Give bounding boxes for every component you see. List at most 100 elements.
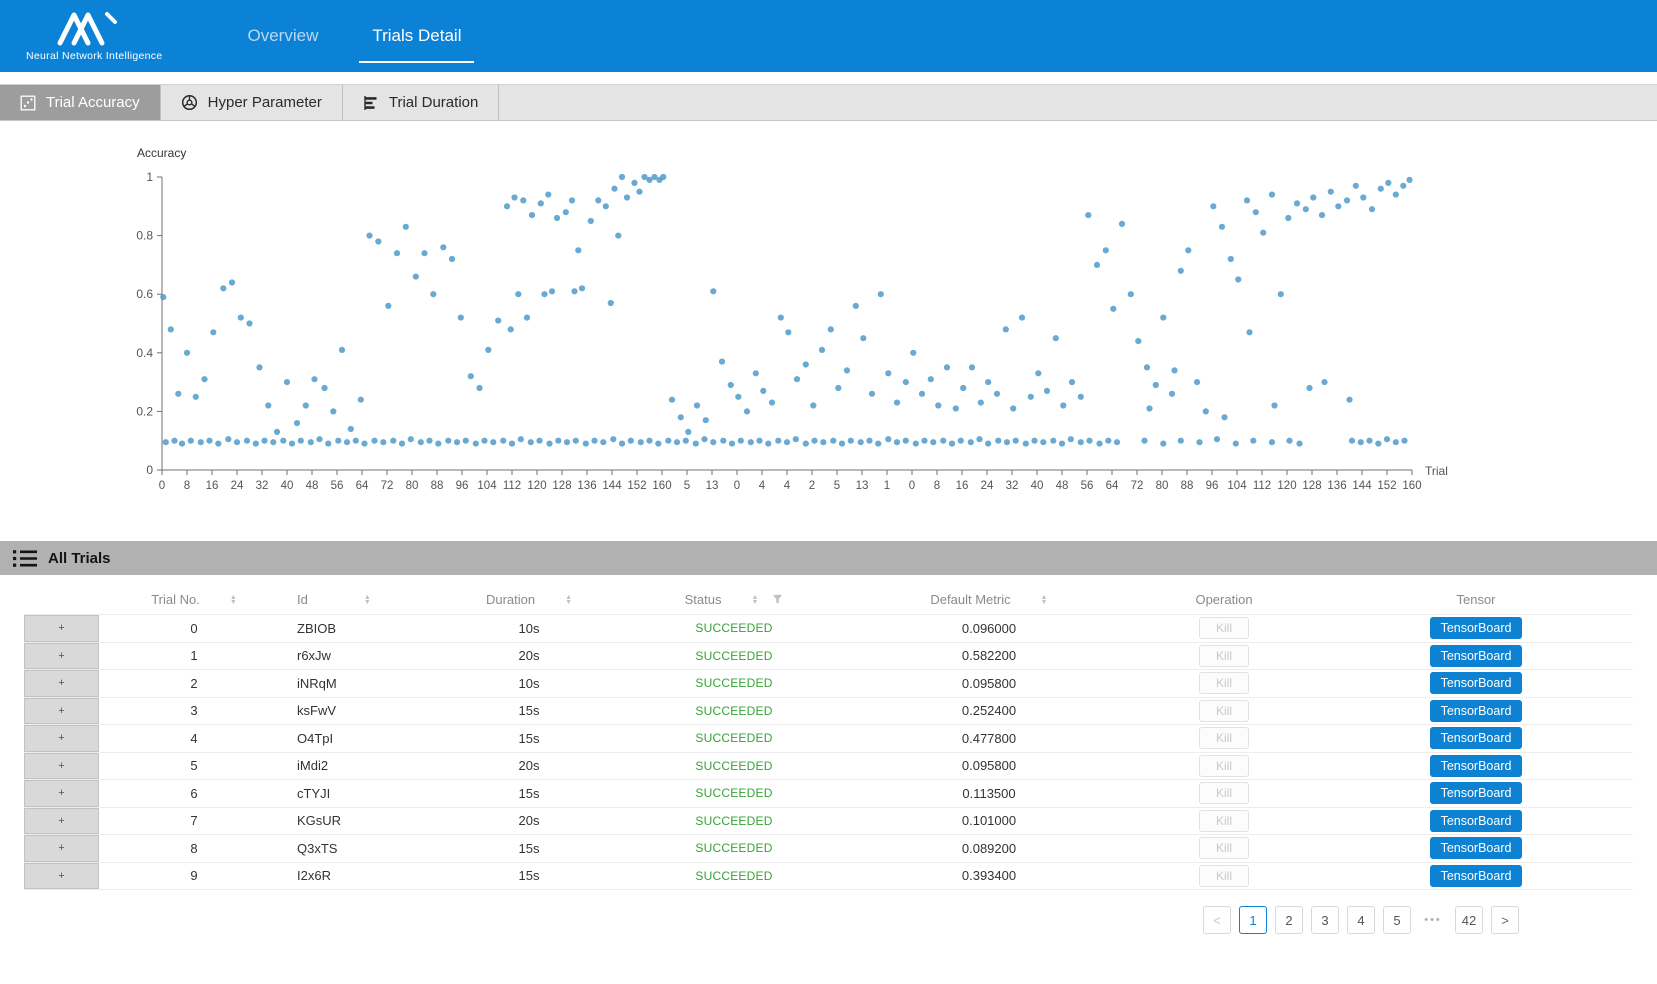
gear-icon: [181, 94, 198, 111]
status-cell: SUCCEEDED: [619, 808, 849, 835]
operation-cell: Kill: [1129, 725, 1319, 752]
tab-hyper-parameter[interactable]: Hyper Parameter: [161, 85, 343, 120]
kill-button[interactable]: Kill: [1199, 865, 1249, 887]
trial-no-cell: 0: [99, 615, 289, 642]
sort-icon[interactable]: ▲▼: [565, 595, 572, 605]
tensor-cell: TensorBoard: [1319, 753, 1633, 780]
tensorboard-button[interactable]: TensorBoard: [1430, 727, 1522, 749]
kill-button[interactable]: Kill: [1199, 700, 1249, 722]
duration-cell: 20s: [439, 753, 619, 780]
tensorboard-button[interactable]: TensorBoard: [1430, 810, 1522, 832]
expand-row-button[interactable]: +: [24, 698, 99, 725]
svg-text:56: 56: [1081, 480, 1094, 492]
pagination-page-2[interactable]: 2: [1275, 906, 1303, 934]
svg-text:64: 64: [1106, 480, 1119, 492]
sort-icon[interactable]: ▲▼: [364, 595, 371, 605]
duration-cell: 15s: [439, 863, 619, 890]
svg-text:112: 112: [1253, 480, 1271, 492]
tab-label: Hyper Parameter: [208, 94, 322, 111]
duration-cell: 15s: [439, 835, 619, 862]
default-metric-cell: 0.095800: [849, 753, 1129, 780]
kill-button[interactable]: Kill: [1199, 782, 1249, 804]
default-metric-cell: 0.477800: [849, 725, 1129, 752]
tensorboard-button[interactable]: TensorBoard: [1430, 645, 1522, 667]
svg-text:24: 24: [231, 480, 244, 492]
kill-button[interactable]: Kill: [1199, 727, 1249, 749]
svg-text:104: 104: [477, 480, 497, 492]
nav-tabs: Overview Trials Detail: [221, 0, 489, 72]
svg-text:13: 13: [856, 480, 869, 492]
svg-text:160: 160: [652, 480, 671, 492]
table-row: +6cTYJI15sSUCCEEDED0.113500KillTensorBoa…: [24, 780, 1633, 808]
trial-id-cell: ksFwV: [289, 698, 439, 725]
tensor-cell: TensorBoard: [1319, 780, 1633, 807]
sort-icon[interactable]: ▲▼: [1041, 595, 1048, 605]
expand-row-button[interactable]: +: [24, 615, 99, 642]
tensorboard-button[interactable]: TensorBoard: [1430, 782, 1522, 804]
expand-row-button[interactable]: +: [24, 835, 99, 862]
pagination-prev[interactable]: <: [1203, 906, 1231, 934]
pagination-next[interactable]: >: [1491, 906, 1519, 934]
table-row: +1r6xJw20sSUCCEEDED0.582200KillTensorBoa…: [24, 643, 1633, 671]
svg-text:5: 5: [834, 480, 840, 492]
expand-row-button[interactable]: +: [24, 725, 99, 752]
pagination-page-42[interactable]: 42: [1455, 906, 1483, 934]
operation-cell: Kill: [1129, 698, 1319, 725]
trial-id-cell: iMdi2: [289, 753, 439, 780]
table-row: +7KGsUR20sSUCCEEDED0.101000KillTensorBoa…: [24, 808, 1633, 836]
tensorboard-button[interactable]: TensorBoard: [1430, 755, 1522, 777]
kill-button[interactable]: Kill: [1199, 810, 1249, 832]
tensorboard-button[interactable]: TensorBoard: [1430, 617, 1522, 639]
filter-icon[interactable]: [772, 594, 783, 605]
tab-trial-duration[interactable]: Trial Duration: [343, 85, 499, 120]
trial-no-cell: 7: [99, 808, 289, 835]
nni-logo[interactable]: Neural Network Intelligence: [26, 0, 163, 72]
trial-no-cell: 4: [99, 725, 289, 752]
expand-row-button[interactable]: +: [24, 753, 99, 780]
svg-text:128: 128: [1302, 480, 1321, 492]
expand-row-button[interactable]: +: [24, 670, 99, 697]
kill-button[interactable]: Kill: [1199, 617, 1249, 639]
trial-no-cell: 8: [99, 835, 289, 862]
trial-no-cell: 5: [99, 753, 289, 780]
svg-text:96: 96: [1206, 480, 1219, 492]
svg-text:160: 160: [1402, 480, 1421, 492]
table-row: +2iNRqM10sSUCCEEDED0.095800KillTensorBoa…: [24, 670, 1633, 698]
svg-text:2: 2: [809, 480, 815, 492]
tab-trial-accuracy[interactable]: Trial Accuracy: [0, 85, 161, 120]
section-title: All Trials: [48, 550, 111, 567]
expand-row-button[interactable]: +: [24, 780, 99, 807]
pagination-page-3[interactable]: 3: [1311, 906, 1339, 934]
sort-icon[interactable]: ▲▼: [751, 595, 758, 605]
svg-text:0.2: 0.2: [136, 404, 153, 418]
tensorboard-button[interactable]: TensorBoard: [1430, 700, 1522, 722]
nav-tab-trials-detail[interactable]: Trials Detail: [345, 0, 488, 72]
expand-row-button[interactable]: +: [24, 643, 99, 670]
expand-row-button[interactable]: +: [24, 863, 99, 890]
default-metric-cell: 0.089200: [849, 835, 1129, 862]
pagination-page-1[interactable]: 1: [1239, 906, 1267, 934]
sort-icon[interactable]: ▲▼: [230, 595, 237, 605]
pagination-page-4[interactable]: 4: [1347, 906, 1375, 934]
svg-text:48: 48: [1056, 480, 1069, 492]
header-status: Status ▲▼: [619, 592, 849, 607]
tensorboard-button[interactable]: TensorBoard: [1430, 837, 1522, 859]
expand-row-button[interactable]: +: [24, 808, 99, 835]
tensorboard-button[interactable]: TensorBoard: [1430, 672, 1522, 694]
top-navbar: Neural Network Intelligence Overview Tri…: [0, 0, 1657, 72]
scatter-plot[interactable]: Accuracy00.20.40.60.81081624324048566472…: [0, 141, 1657, 521]
svg-text:144: 144: [602, 480, 622, 492]
kill-button[interactable]: Kill: [1199, 645, 1249, 667]
status-cell: SUCCEEDED: [619, 780, 849, 807]
kill-button[interactable]: Kill: [1199, 755, 1249, 777]
tensorboard-button[interactable]: TensorBoard: [1430, 865, 1522, 887]
operation-cell: Kill: [1129, 835, 1319, 862]
pagination-ellipsis: •••: [1419, 906, 1447, 934]
svg-text:40: 40: [1031, 480, 1044, 492]
nav-tab-overview[interactable]: Overview: [221, 0, 346, 72]
kill-button[interactable]: Kill: [1199, 837, 1249, 859]
pagination-page-5[interactable]: 5: [1383, 906, 1411, 934]
svg-text:0: 0: [734, 480, 740, 492]
kill-button[interactable]: Kill: [1199, 672, 1249, 694]
svg-text:32: 32: [1006, 480, 1019, 492]
